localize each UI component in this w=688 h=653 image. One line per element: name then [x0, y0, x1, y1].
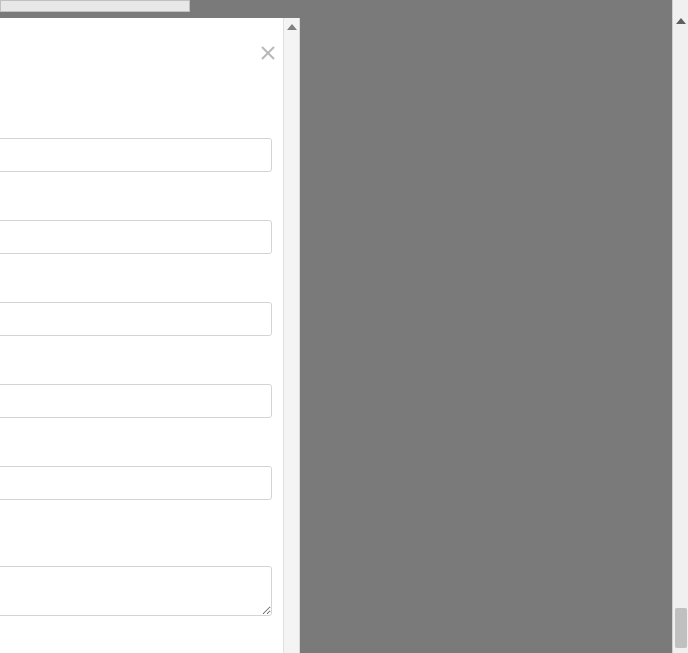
form-field-2[interactable] [0, 220, 272, 254]
outer-scrollbar-thumb[interactable] [675, 608, 687, 648]
close-button[interactable] [261, 46, 275, 60]
modal-scrollbar[interactable] [283, 18, 299, 653]
form-field-4[interactable] [0, 384, 272, 418]
close-icon [261, 46, 275, 60]
form-field-3[interactable] [0, 302, 272, 336]
modal-panel [0, 18, 300, 653]
form-body [0, 138, 283, 616]
top-toolbar-fragment [0, 0, 190, 12]
outer-scrollbar[interactable] [672, 0, 688, 653]
modal-scroll-up-arrow-icon[interactable] [287, 24, 297, 30]
form-textarea-6[interactable] [0, 566, 272, 616]
scroll-up-arrow-icon[interactable] [676, 18, 686, 24]
form-field-1[interactable] [0, 138, 272, 172]
form-field-5[interactable] [0, 466, 272, 500]
